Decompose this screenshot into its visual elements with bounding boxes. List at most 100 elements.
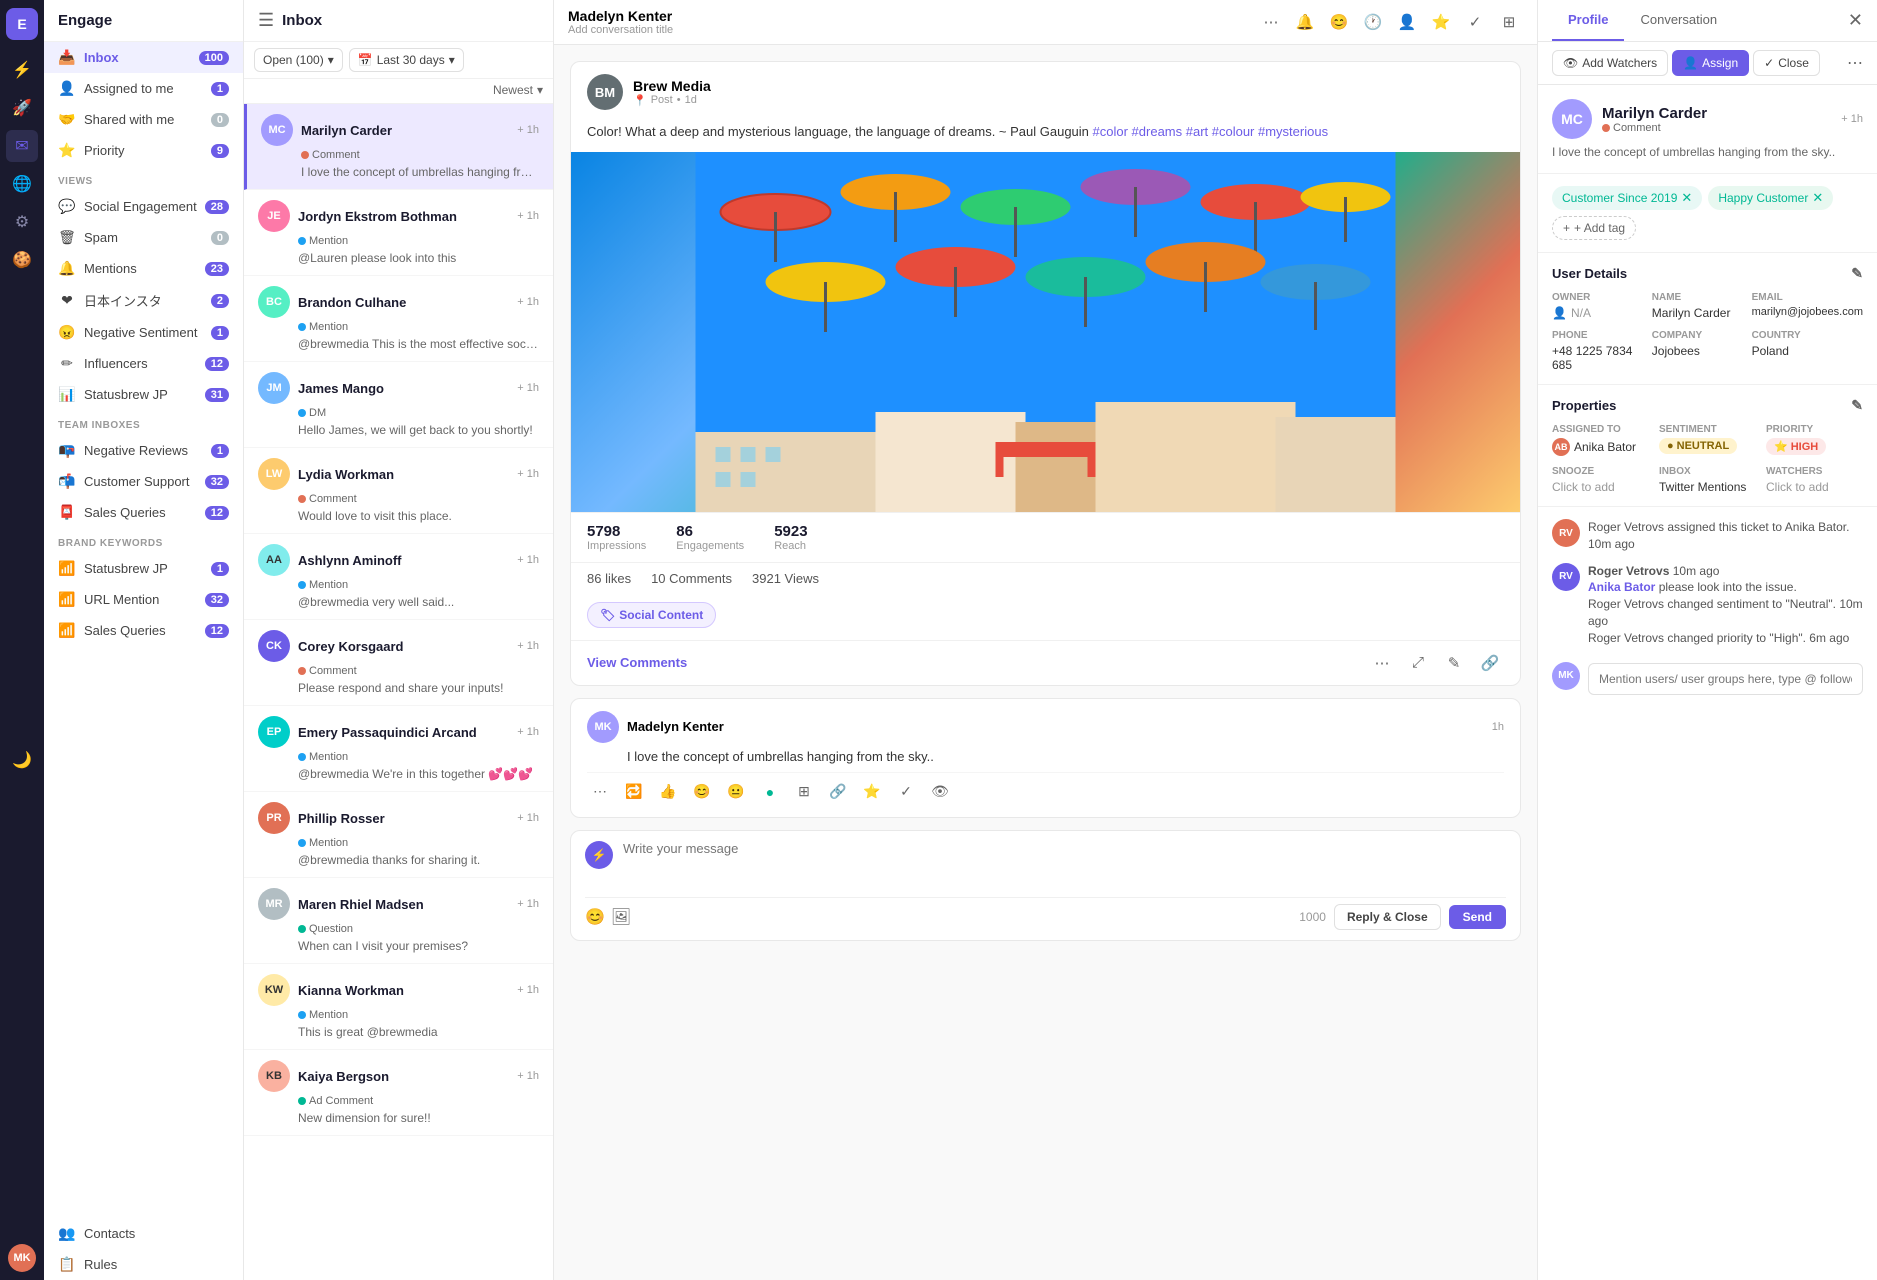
watchers-value[interactable]: Click to add [1766,480,1863,494]
post-image [571,152,1520,512]
star-icon[interactable]: ⭐ [1427,8,1455,36]
nav-moon-icon[interactable]: 🌙 [6,744,38,776]
media-compose-icon[interactable]: 🖼 [611,907,631,927]
list-item[interactable]: MR Maren Rhiel Madsen + 1h Question When… [244,878,553,964]
sidebar-item-brand-2[interactable]: 📶 URL Mention 32 [44,584,243,615]
tag-close-icon[interactable]: ✕ [1681,190,1692,206]
sidebar-item-negative[interactable]: 😠 Negative Sentiment 1 [44,317,243,348]
sentiment-icon[interactable]: 😐 [723,779,749,805]
tags-section: Customer Since 2019 ✕ Happy Customer ✕ +… [1538,174,1877,253]
send-button[interactable]: Send [1449,905,1506,929]
panel-close-icon[interactable]: ✕ [1848,10,1863,31]
reply-close-button[interactable]: Reply & Close [1334,904,1441,930]
link-action-icon[interactable]: 🔗 [825,779,851,805]
date-filter-button[interactable]: 📅 Last 30 days ▾ [349,48,464,72]
details-edit-icon[interactable]: ✎ [1851,265,1863,282]
like-icon[interactable]: 👍 [655,779,681,805]
properties-edit-icon[interactable]: ✎ [1851,397,1863,414]
add-tag-button[interactable]: + + Add tag [1552,216,1636,240]
link-icon[interactable]: 🔗 [1476,649,1504,677]
list-item[interactable]: JM James Mango + 1h DM Hello James, we w… [244,362,553,448]
close-ticket-button[interactable]: ✓ Close [1753,50,1820,76]
list-item[interactable]: BC Brandon Culhane + 1h Mention @brewmed… [244,276,553,362]
sidebar-item-shared[interactable]: 🤝 Shared with me 0 [44,104,243,135]
nav-icon-1[interactable]: ⚡ [6,54,38,86]
emoji-react-icon[interactable]: 😊 [689,779,715,805]
assign-button[interactable]: 👤 Assign [1672,50,1749,76]
post-text: Color! What a deep and mysterious langua… [571,122,1520,152]
sidebar-item-negative-reviews[interactable]: 📭 Negative Reviews 1 [44,435,243,466]
tab-conversation[interactable]: Conversation [1624,0,1733,41]
list-item[interactable]: AA Ashlynn Aminoff + 1h Mention @brewmed… [244,534,553,620]
sidebar-item-rules[interactable]: 📋 Rules [44,1249,243,1280]
nav-inbox-icon[interactable]: ✉ [6,130,38,162]
green-circle-icon[interactable]: ● [757,779,783,805]
sidebar-item-customer-support[interactable]: 📬 Customer Support 32 [44,466,243,497]
sidebar-item-mentions[interactable]: 🔔 Mentions 23 [44,253,243,284]
sidebar-item-brand-3[interactable]: 📶 Sales Queries 12 [44,615,243,646]
activity-input[interactable] [1588,663,1863,695]
list-item[interactable]: EP Emery Passaquindici Arcand + 1h Menti… [244,706,553,792]
conversation-header: Madelyn Kenter Add conversation title ⋯ … [554,0,1537,45]
grid-icon[interactable]: ⊞ [1495,8,1523,36]
edit-icon[interactable]: ✎ [1440,649,1468,677]
sidebar-item-brand-1[interactable]: 📶 Statusbrew JP 1 [44,553,243,584]
sidebar-item-contacts[interactable]: 👥 Contacts [44,1218,243,1249]
grid-action-icon[interactable]: ⊞ [791,779,817,805]
sidebar-item-social-engagement[interactable]: 💬 Social Engagement 28 [44,191,243,222]
list-item[interactable]: PR Phillip Rosser + 1h Mention @brewmedi… [244,792,553,878]
expand-icon[interactable]: ⤢ [1404,649,1432,677]
more-icon[interactable]: ⋯ [1368,649,1396,677]
tab-profile[interactable]: Profile [1552,0,1624,41]
profile-type: Comment [1602,122,1707,134]
check-icon[interactable]: ✓ [1461,8,1489,36]
list-item[interactable]: KW Kianna Workman + 1h Mention This is g… [244,964,553,1050]
comment-time: 1h [1492,721,1504,733]
profile-preview: I love the concept of umbrellas hanging … [1552,145,1863,159]
list-item[interactable]: KB Kaiya Bergson + 1h Ad Comment New dim… [244,1050,553,1136]
nav-globe-icon[interactable]: 🌐 [6,168,38,200]
sidebar-item-assigned[interactable]: 👤 Assigned to me 1 [44,73,243,104]
sidebar-item-influencers[interactable]: ✏ Influencers 12 [44,348,243,379]
menu-icon[interactable]: ☰ [258,10,274,31]
nav-icon-2[interactable]: 🚀 [6,92,38,124]
check-action-icon[interactable]: ✓ [893,779,919,805]
add-watchers-button[interactable]: 👁 Add Watchers [1552,50,1668,76]
conversation-title-input[interactable]: Add conversation title [568,24,1249,36]
snooze-value[interactable]: Click to add [1552,480,1649,494]
bell-icon[interactable]: 🔔 [1291,8,1319,36]
nav-settings-icon[interactable]: ⚙ [6,206,38,238]
sidebar-item-inbox[interactable]: 📥 Inbox 100 [44,42,243,73]
list-item[interactable]: MC Marilyn Carder + 1h Comment I love th… [244,104,553,190]
retweet-icon[interactable]: 🔁 [621,779,647,805]
bookmark-icon[interactable]: ⭐ [859,779,885,805]
list-item[interactable]: JE Jordyn Ekstrom Bothman + 1h Mention @… [244,190,553,276]
sidebar-item-statusbrew-jp[interactable]: 📊 Statusbrew JP 31 [44,379,243,410]
sidebar-item-sales-queries[interactable]: 📮 Sales Queries 12 [44,497,243,528]
emoji-compose-icon[interactable]: 😊 [585,907,605,927]
more-panel-icon[interactable]: ⋯ [1847,53,1863,73]
nav-cookie-icon[interactable]: 🍪 [6,244,38,276]
assign-user-icon[interactable]: 👤 [1393,8,1421,36]
social-content-tag[interactable]: 🏷 Social Content [587,602,716,628]
conversation-user-name: Madelyn Kenter [568,8,1249,24]
list-item[interactable]: LW Lydia Workman + 1h Comment Would love… [244,448,553,534]
emoji-icon[interactable]: 😊 [1325,8,1353,36]
sort-button[interactable]: Newest ▾ [493,83,543,97]
list-item[interactable]: CK Corey Korsgaard + 1h Comment Please r… [244,620,553,706]
post-type: Post [651,94,673,106]
hide-icon[interactable]: 👁 [927,779,953,805]
activity-item-2: RV Roger Vetrovs 10m ago Anika Bator ple… [1552,563,1863,647]
more-options-icon[interactable]: ⋯ [1257,8,1285,36]
tag-close-icon-2[interactable]: ✕ [1812,190,1823,206]
user-avatar[interactable]: MK [8,1244,36,1272]
sidebar-item-priority[interactable]: ⭐ Priority 9 [44,135,243,166]
sidebar-item-spam[interactable]: 🗑 Spam 0 [44,222,243,253]
compose-input[interactable] [623,841,1506,891]
open-filter-button[interactable]: Open (100) ▾ [254,48,343,72]
post-stats: 5798 Impressions 86 Engagements 5923 Rea… [571,512,1520,562]
view-comments-link[interactable]: View Comments [587,655,687,670]
clock-icon[interactable]: 🕐 [1359,8,1387,36]
sidebar-item-jp[interactable]: ❤ 日本インスタ 2 [44,284,243,317]
more-action-icon[interactable]: ⋯ [587,779,613,805]
